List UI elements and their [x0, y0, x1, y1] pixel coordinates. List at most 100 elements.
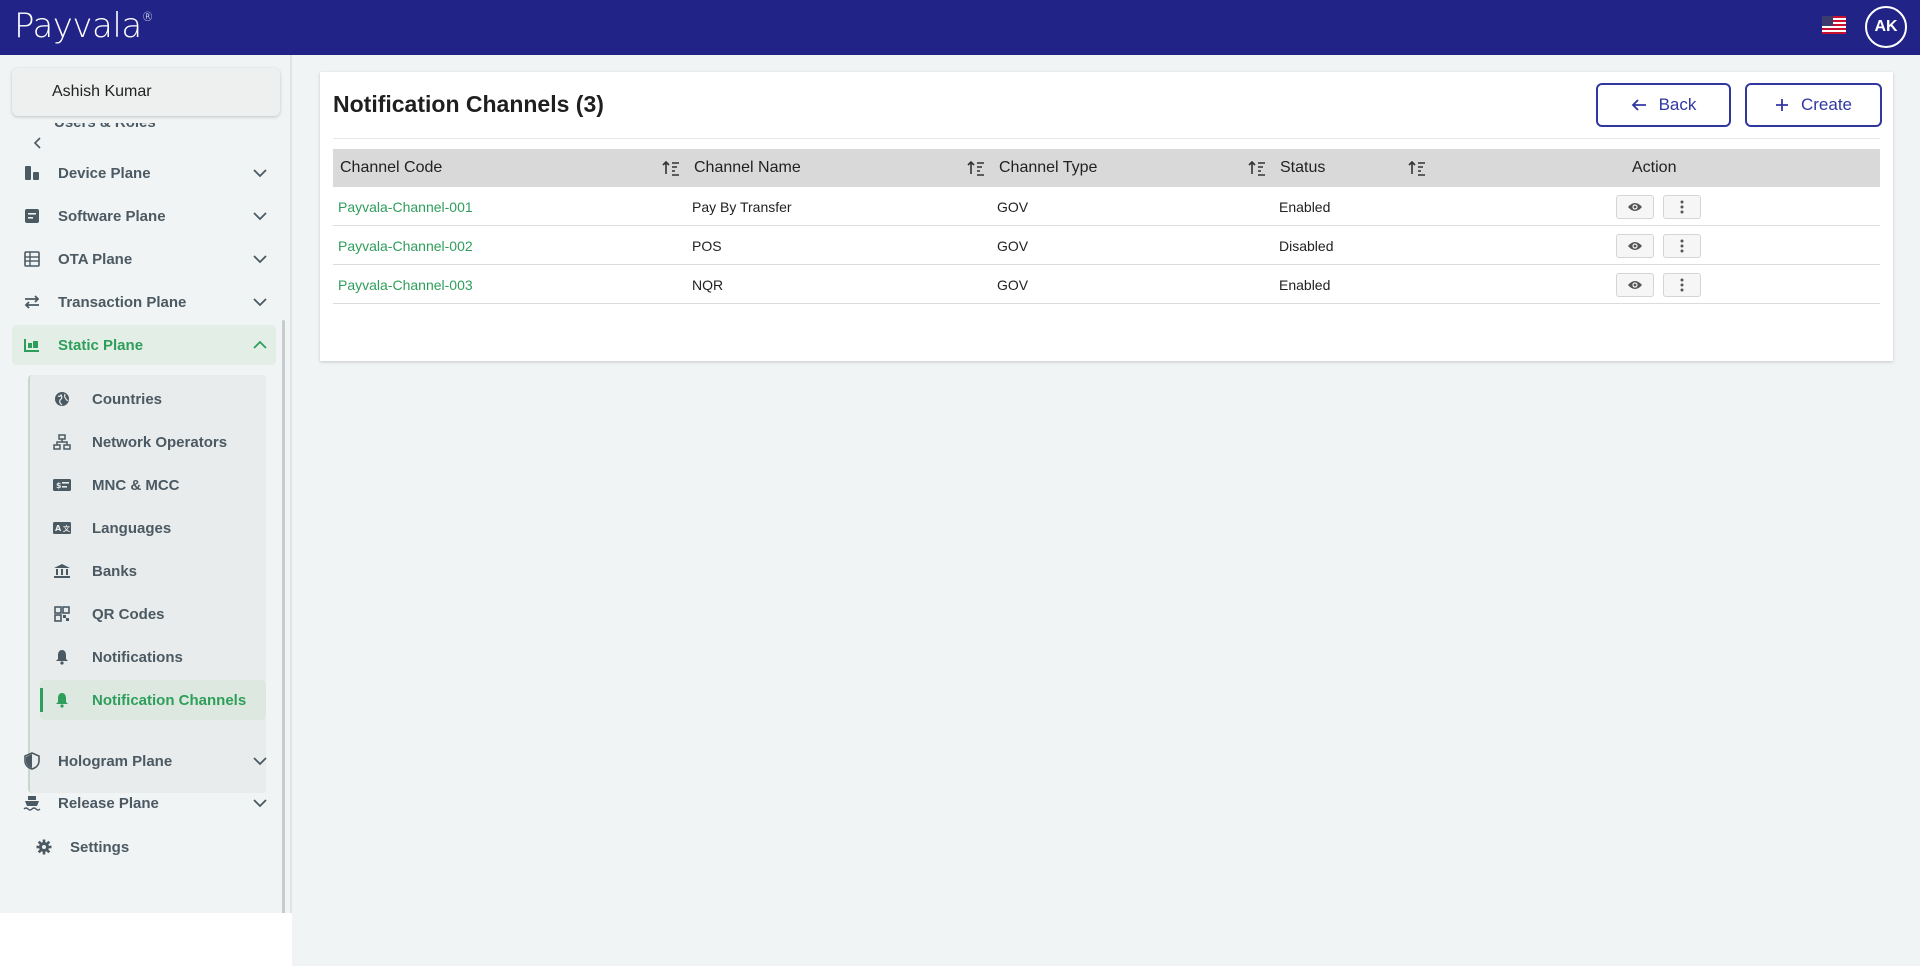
channel-name-cell: NQR: [692, 276, 724, 293]
view-button[interactable]: [1616, 273, 1654, 297]
more-options-button[interactable]: [1663, 234, 1701, 258]
qr-icon: [52, 604, 72, 624]
sidebar-item-languages[interactable]: A文 Languages: [40, 508, 266, 548]
us-flag-icon[interactable]: [1822, 16, 1846, 34]
sidebar-item-device-plane[interactable]: Device Plane: [12, 153, 276, 193]
channel-code-link[interactable]: Payvala-Channel-002: [338, 226, 473, 265]
channel-type-cell: GOV: [997, 276, 1029, 293]
status-cell: Enabled: [1279, 198, 1331, 215]
more-options-button[interactable]: [1663, 195, 1701, 219]
user-name: Ashish Kumar: [52, 83, 152, 100]
sidebar-item-mnc-mcc[interactable]: $ MNC & MCC: [40, 465, 266, 505]
sidebar: Ashish Kumar Users & Roles Device Plane …: [0, 55, 292, 932]
column-header-channel-code[interactable]: Channel Code: [340, 149, 442, 187]
static-icon: [22, 335, 42, 355]
chevron-down-icon: [253, 169, 267, 178]
sidebar-item-label: Languages: [92, 519, 172, 537]
create-button[interactable]: Create: [1745, 83, 1882, 127]
more-vertical-icon: [1680, 200, 1684, 214]
page-title: Notification Channels (3): [333, 91, 604, 117]
column-header-channel-name[interactable]: Channel Name: [694, 149, 801, 187]
column-header-action: Action: [1632, 159, 1677, 176]
sidebar-item-label: Network Operators: [92, 433, 228, 451]
ota-icon: [22, 249, 42, 269]
card-icon: $: [52, 475, 72, 495]
sidebar-item-label: Release Plane: [58, 794, 159, 812]
sidebar-item-ota-plane[interactable]: OTA Plane: [12, 239, 276, 279]
svg-text:文: 文: [63, 524, 71, 533]
channel-name-cell: POS: [692, 237, 722, 254]
chevron-left-icon[interactable]: [30, 135, 46, 151]
logo[interactable]: Payvala®: [14, 6, 154, 46]
chevron-down-icon: [253, 255, 267, 264]
bank-icon: [52, 561, 72, 581]
chevron-down-icon: [253, 298, 267, 307]
view-button[interactable]: [1616, 234, 1654, 258]
logo-registered-mark: ®: [141, 9, 154, 24]
sidebar-item-label: Countries: [92, 390, 163, 408]
back-button[interactable]: Back: [1596, 83, 1731, 127]
sidebar-item-label: Static Plane: [58, 336, 144, 354]
device-icon: [22, 163, 42, 183]
sidebar-item-release-plane[interactable]: Release Plane: [12, 783, 276, 823]
svg-text:A: A: [55, 524, 62, 533]
chevron-down-icon: [253, 799, 267, 808]
bell-icon: [52, 647, 72, 667]
sidebar-item-label: OTA Plane: [58, 250, 133, 268]
gear-icon: [34, 837, 54, 857]
create-button-label: Create: [1800, 95, 1853, 114]
more-options-button[interactable]: [1663, 273, 1701, 297]
sidebar-item-label: Device Plane: [58, 164, 151, 182]
sidebar-item-label: MNC & MCC: [92, 476, 180, 494]
avatar[interactable]: AK: [1865, 6, 1907, 48]
sidebar-item-label: QR Codes: [92, 605, 165, 623]
more-vertical-icon: [1680, 278, 1684, 292]
arrow-left-icon: [1631, 99, 1646, 111]
sidebar-item-notification-channels[interactable]: Notification Channels: [40, 680, 266, 720]
channel-name-cell: Pay By Transfer: [692, 198, 792, 215]
status-cell: Enabled: [1279, 276, 1331, 293]
sort-icon[interactable]: [1248, 159, 1266, 177]
divider: [333, 138, 1880, 139]
sort-icon[interactable]: [662, 159, 680, 177]
sidebar-item-static-plane[interactable]: Static Plane: [12, 325, 276, 365]
sidebar-item-label: Software Plane: [58, 207, 166, 225]
sidebar-item-notifications[interactable]: Notifications: [40, 637, 266, 677]
channel-code-link[interactable]: Payvala-Channel-001: [338, 187, 473, 226]
channel-code-link[interactable]: Payvala-Channel-003: [338, 265, 473, 304]
user-card[interactable]: Ashish Kumar: [12, 68, 280, 116]
transfer-icon: [22, 292, 42, 312]
sidebar-item-banks[interactable]: Banks: [40, 551, 266, 591]
sidebar-item-settings[interactable]: Settings: [24, 827, 288, 867]
shield-icon: [22, 751, 42, 771]
sidebar-item-label: Hologram Plane: [58, 752, 173, 770]
sidebar-item-users-roles[interactable]: Users & Roles: [24, 123, 274, 135]
sort-icon[interactable]: [1408, 159, 1426, 177]
status-cell: Disabled: [1279, 237, 1334, 254]
chevron-down-icon: [253, 757, 267, 766]
sort-icon[interactable]: [967, 159, 985, 177]
column-header-status[interactable]: Status: [1280, 149, 1325, 187]
logo-text: Payvala: [14, 6, 142, 46]
sidebar-item-label: Banks: [92, 562, 138, 580]
software-icon: [22, 206, 42, 226]
chevron-down-icon: [253, 212, 267, 221]
ship-icon: [22, 793, 42, 813]
sidebar-item-qr-codes[interactable]: QR Codes: [40, 594, 266, 634]
eye-icon: [1628, 203, 1642, 211]
sidebar-item-hologram-plane[interactable]: Hologram Plane: [12, 741, 276, 781]
eye-icon: [1628, 281, 1642, 289]
view-button[interactable]: [1616, 195, 1654, 219]
sidebar-scrollbar[interactable]: [282, 320, 285, 932]
sidebar-item-countries[interactable]: Countries: [40, 379, 266, 419]
plus-icon: [1775, 99, 1788, 111]
sidebar-item-network-operators[interactable]: Network Operators: [40, 422, 266, 462]
more-vertical-icon: [1680, 239, 1684, 253]
sidebar-item-label: Transaction Plane: [58, 293, 187, 311]
sidebar-item-software-plane[interactable]: Software Plane: [12, 196, 276, 236]
table-header: Channel Code Channel Name Channel Type S…: [333, 149, 1880, 187]
sidebar-item-transaction-plane[interactable]: Transaction Plane: [12, 282, 276, 322]
network-icon: [52, 432, 72, 452]
column-header-channel-type[interactable]: Channel Type: [999, 149, 1097, 187]
svg-text:$: $: [56, 481, 62, 490]
